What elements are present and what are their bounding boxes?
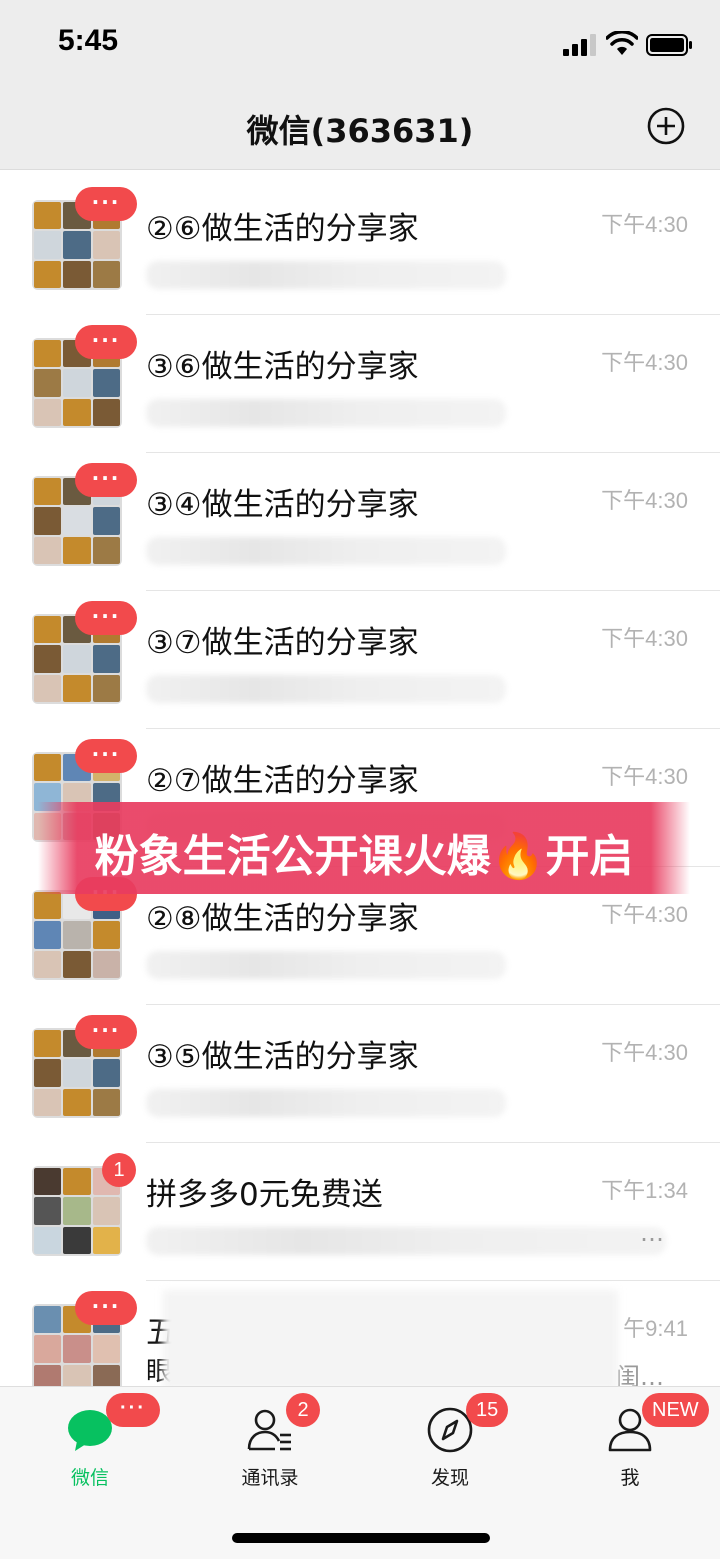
tab-discover[interactable]: 发现 15 <box>360 1387 540 1497</box>
chat-preview-blurred <box>146 261 506 289</box>
tab-badge: 15 <box>466 1393 509 1427</box>
tab-label: 发现 <box>430 1467 469 1489</box>
chat-time: 下午4:30 <box>601 212 688 237</box>
chat-name: 拼多多0元免费送 <box>146 1177 383 1213</box>
chat-row[interactable]: ··· ③④做生活的分享家 下午4:30 <box>0 453 720 591</box>
battery-icon <box>646 34 692 56</box>
blur-overlay <box>163 1290 618 1390</box>
chat-row[interactable]: ··· ②⑥做生活的分享家 下午4:30 <box>0 177 720 315</box>
unread-dots-badge: ··· <box>75 187 137 221</box>
chat-row[interactable]: ··· ③⑦做生活的分享家 下午4:30 <box>0 591 720 729</box>
status-time: 5:45 <box>58 24 119 57</box>
unread-dots-badge: ··· <box>75 1291 137 1325</box>
promo-banner-text: 粉象生活公开课火爆🔥开启 <box>94 831 634 882</box>
chat-time: 下午4:30 <box>601 902 688 927</box>
chat-preview-blurred <box>146 1089 506 1117</box>
home-indicator <box>232 1533 490 1543</box>
promo-banner: 粉象生活公开课火爆🔥开启 <box>38 802 690 894</box>
chat-preview-blurred <box>146 1227 666 1255</box>
add-plus-icon[interactable] <box>647 107 685 145</box>
chat-name: ②⑧做生活的分享家 <box>146 901 419 937</box>
unread-dots-badge: ··· <box>75 463 137 497</box>
wifi-icon <box>606 31 638 55</box>
chat-row[interactable]: 1 拼多多0元免费送 下午1:34 … <box>0 1143 720 1281</box>
unread-dots-badge: ··· <box>75 739 137 773</box>
chat-name: ③④做生活的分享家 <box>146 487 419 523</box>
tab-badge-new: NEW <box>642 1393 709 1427</box>
tab-me[interactable]: 我 NEW <box>540 1387 720 1497</box>
chat-list: ··· ②⑥做生活的分享家 下午4:30 ··· ③⑥做生活的分享家 下午4:3… <box>0 177 720 1419</box>
chat-time: 下午4:30 <box>601 626 688 651</box>
chat-time: 午9:41 <box>623 1316 688 1341</box>
unread-dots-badge: ··· <box>75 601 137 635</box>
page-title: 微信(363631) <box>246 112 474 150</box>
chat-time: 下午4:30 <box>601 1040 688 1065</box>
chat-preview-blurred <box>146 951 506 979</box>
tab-label: 通讯录 <box>241 1467 299 1489</box>
chat-preview-blurred <box>146 537 506 565</box>
chat-preview-blurred <box>146 399 506 427</box>
tab-chats[interactable]: 微信 ··· <box>0 1387 180 1497</box>
preview-ellipsis: … <box>640 1219 664 1247</box>
tab-badge: ··· <box>106 1393 160 1427</box>
tab-badge: 2 <box>286 1393 320 1427</box>
unread-dots-badge: ··· <box>75 325 137 359</box>
chat-time: 下午4:30 <box>601 764 688 789</box>
chat-name: ②⑥做生活的分享家 <box>146 211 419 247</box>
unread-count-badge: 1 <box>102 1153 136 1187</box>
chat-name: ③⑤做生活的分享家 <box>146 1039 419 1075</box>
chat-time: 下午4:30 <box>601 350 688 375</box>
chat-row[interactable]: ··· ③⑥做生活的分享家 下午4:30 <box>0 315 720 453</box>
tab-label: 微信 <box>70 1467 109 1489</box>
chat-row[interactable]: ··· ③⑤做生活的分享家 下午4:30 <box>0 1005 720 1143</box>
navigation-bar: 微信(363631) <box>0 88 720 170</box>
chat-name: ②⑦做生活的分享家 <box>146 763 419 799</box>
chat-time: 下午1:34 <box>601 1178 688 1203</box>
chat-time: 下午4:30 <box>601 488 688 513</box>
status-bar: 5:45 <box>0 0 720 88</box>
tab-label: 我 <box>620 1467 640 1489</box>
chat-name: ③⑦做生活的分享家 <box>146 625 419 661</box>
tab-contacts[interactable]: 通讯录 2 <box>180 1387 360 1497</box>
cellular-signal-icon <box>563 34 596 56</box>
chat-name: ③⑥做生活的分享家 <box>146 349 419 385</box>
unread-dots-badge: ··· <box>75 1015 137 1049</box>
chat-preview-blurred <box>146 675 506 703</box>
